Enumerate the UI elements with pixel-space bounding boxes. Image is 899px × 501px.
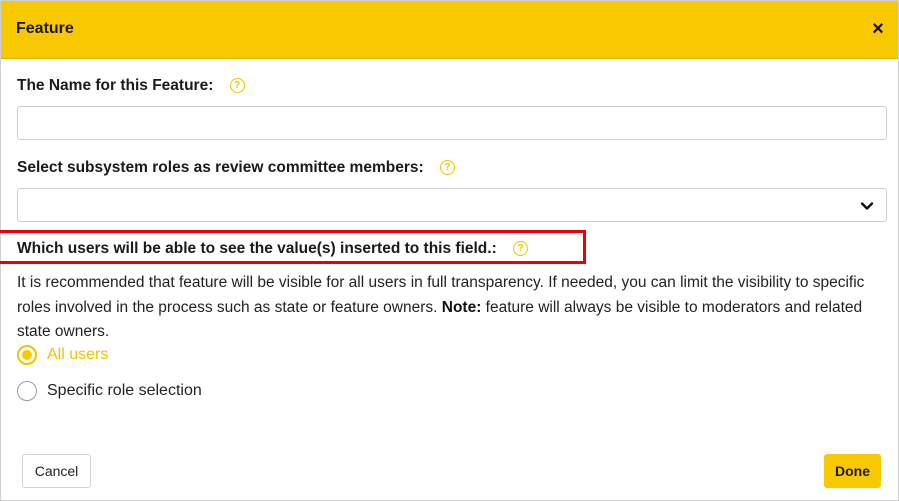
name-label: The Name for this Feature: — [17, 77, 214, 94]
chevron-down-icon — [860, 202, 874, 210]
radio-button-checked[interactable] — [17, 345, 37, 365]
roles-label: Select subsystem roles as review committ… — [17, 159, 424, 176]
feature-name-input[interactable] — [17, 106, 887, 140]
help-icon[interactable]: ? — [513, 241, 529, 256]
cancel-button[interactable]: Cancel — [22, 454, 91, 488]
roles-select[interactable] — [17, 188, 887, 222]
radio-label: Specific role selection — [47, 382, 202, 399]
radio-label: All users — [47, 346, 109, 363]
dialog-title: Feature — [16, 20, 74, 37]
help-icon[interactable]: ? — [229, 78, 245, 93]
close-icon[interactable]: × — [868, 18, 888, 40]
visibility-label: Which users will be able to see the valu… — [17, 240, 497, 257]
name-label-row: The Name for this Feature: ? — [17, 77, 245, 95]
roles-label-row: Select subsystem roles as review committ… — [17, 159, 455, 177]
radio-all-users[interactable]: All users — [17, 343, 108, 367]
done-button[interactable]: Done — [824, 454, 881, 488]
visibility-label-row: Which users will be able to see the valu… — [17, 240, 529, 258]
feature-dialog: Feature × The Name for this Feature: ? S… — [0, 0, 899, 501]
dialog-header: Feature × — [1, 1, 898, 59]
help-icon[interactable]: ? — [439, 160, 455, 175]
radio-button-unchecked[interactable] — [17, 381, 37, 401]
visibility-description: It is recommended that feature will be v… — [17, 271, 887, 345]
radio-specific-role[interactable]: Specific role selection — [17, 379, 202, 403]
description-note-label: Note: — [441, 298, 482, 316]
